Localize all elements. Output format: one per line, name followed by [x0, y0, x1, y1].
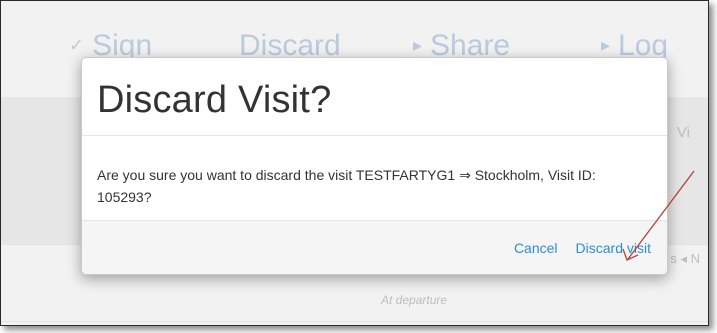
annotation-arrow-shaft	[627, 170, 695, 260]
annotation-arrow-head	[622, 248, 639, 261]
annotation-arrow-icon	[622, 170, 695, 261]
screenshot-frame: ✓ Sign Discard ▸ Share ▸ Log Vi s ◂ N At de…	[0, 0, 709, 326]
